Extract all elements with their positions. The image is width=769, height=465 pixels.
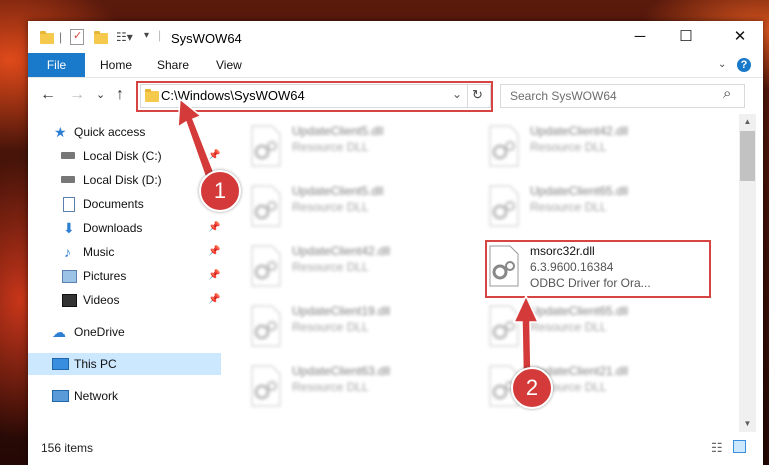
step-2-marker: 2: [511, 367, 553, 409]
arrow-2-icon: [512, 294, 540, 375]
annotation-arrows: [177, 97, 540, 375]
step-1-marker: 1: [199, 170, 241, 212]
